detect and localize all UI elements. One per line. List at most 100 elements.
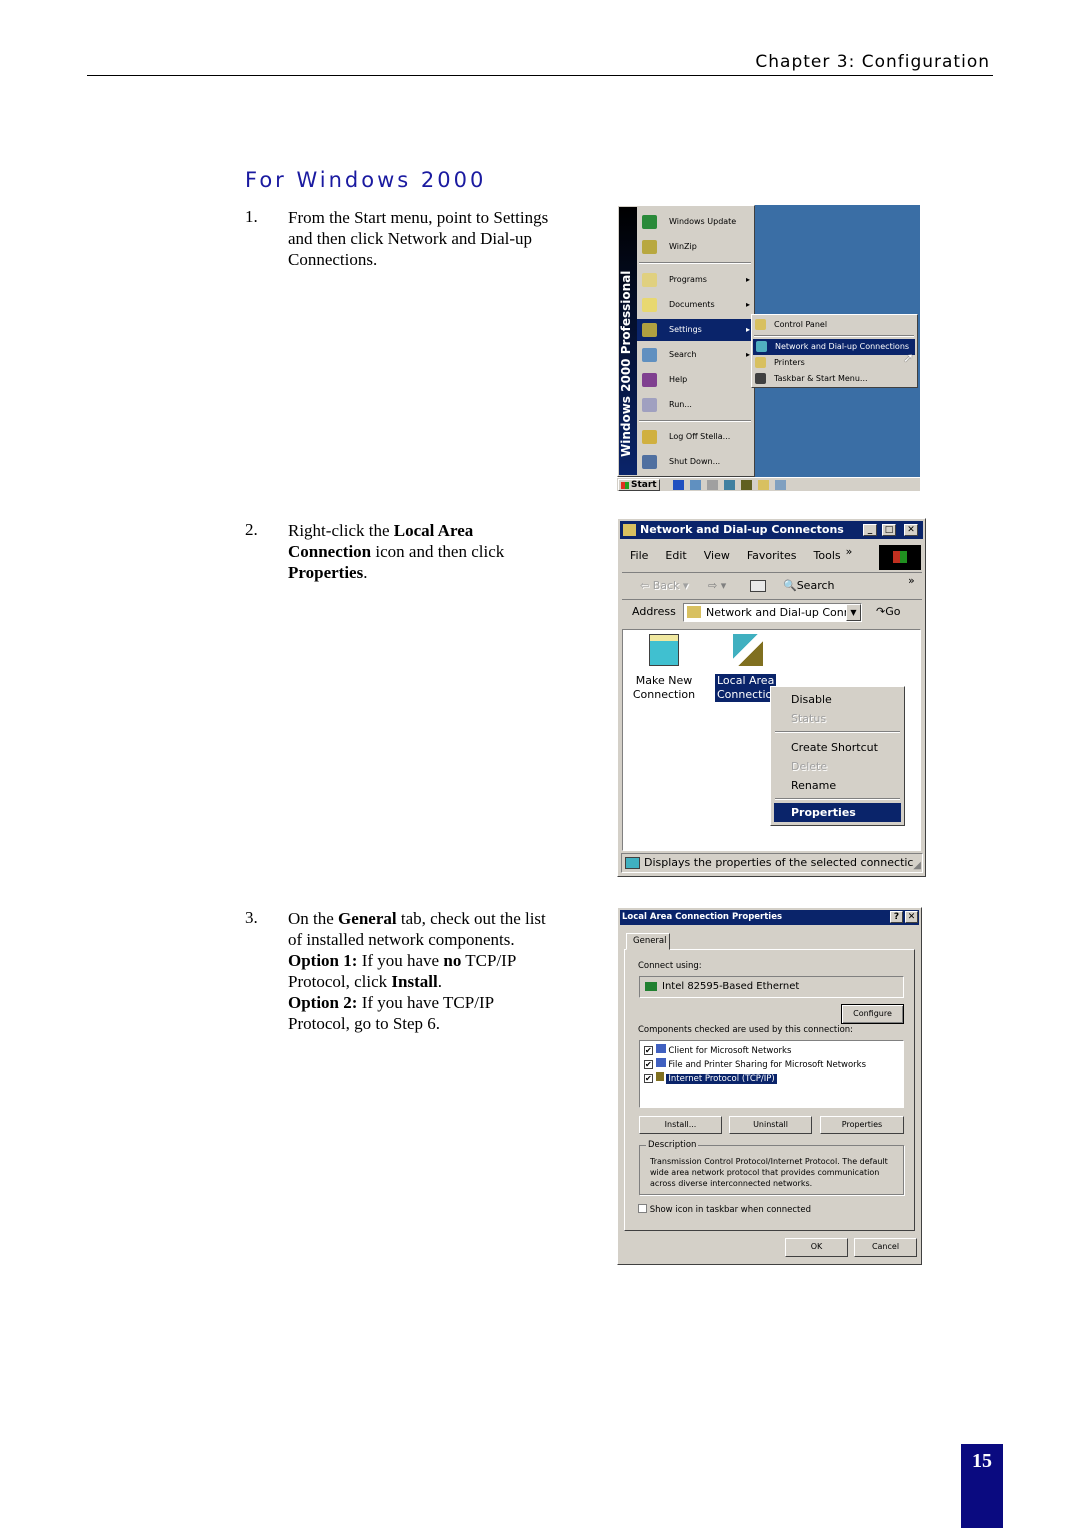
submenu-item-network-connections[interactable]: Network and Dial-up Connections [753,339,915,355]
tab-general[interactable]: General [626,933,670,950]
menu-edit[interactable]: Edit [665,545,686,567]
help-button[interactable]: ? [890,911,903,923]
make-new-connection-icon-item[interactable]: Make New Connection [629,634,699,702]
label: Settings [669,325,702,334]
menu-item-documents[interactable]: Documents ▸ [637,294,754,316]
start-button[interactable]: Start [618,479,660,491]
app-icon[interactable] [741,480,752,490]
menu-bar: File Edit View Favorites Tools » [630,545,852,567]
description-label: Description [646,1140,699,1150]
file-sharing-icon [655,1058,666,1067]
label: Programs [669,275,707,284]
back-button[interactable]: ⇦ Back ▾ [640,575,688,597]
show-icon-option[interactable]: Show icon in taskbar when connected [638,1204,811,1216]
context-item-delete: Delete [791,760,828,773]
context-item-rename[interactable]: Rename [791,776,836,795]
chapter-header: Chapter 3: Configuration [755,52,990,72]
component-item[interactable]: ✔ Client for Microsoft Networks [644,1044,791,1058]
minimize-button[interactable]: _ [863,524,877,536]
text-bold: Option 2: [288,993,358,1012]
properties-button[interactable]: Properties [820,1116,904,1134]
menu-file[interactable]: File [630,545,648,567]
divider [622,599,922,600]
submenu-item-printers[interactable]: Printers [752,355,917,371]
text: Right-click the [288,521,394,540]
toolbar-more-chevron[interactable]: » [908,575,915,587]
lan-connection-icon [733,634,763,666]
component-item[interactable]: ✔ File and Printer Sharing for Microsoft… [644,1058,866,1072]
folder-icon[interactable] [758,480,769,490]
menu-tools[interactable]: Tools [814,545,841,567]
network-folder-icon [687,606,701,618]
context-item-properties[interactable]: Properties [774,803,901,822]
tab-panel: Connect using: Intel 82595-Based Etherne… [624,949,915,1231]
ie-icon[interactable] [673,480,684,490]
menu-item-log-off[interactable]: Log Off Stella... [637,426,754,448]
checkbox-checked[interactable]: ✔ [644,1046,653,1055]
text-bold: Local Area [393,521,474,540]
ok-button[interactable]: OK [785,1238,848,1257]
close-button[interactable]: ✕ [904,524,918,536]
checkbox-unchecked[interactable] [638,1204,647,1213]
cancel-button[interactable]: Cancel [854,1238,917,1257]
submenu-item-taskbar[interactable]: Taskbar & Start Menu... [752,371,917,387]
configure-button[interactable]: Configure [841,1004,904,1024]
divider [622,572,922,573]
up-folder-icon[interactable] [750,580,766,592]
text: TCP/IP [461,951,517,970]
quick-launch [673,480,798,490]
text-line: and then click Network and Dial-up [288,229,533,248]
address-dropdown-button[interactable]: ▼ [846,604,861,621]
go-button[interactable]: ↷Go [876,603,900,621]
menu-item-help[interactable]: Help [637,369,754,391]
submenu-item-control-panel[interactable]: Control Panel [752,315,917,335]
text: Protocol, go to Step 6. [288,1014,441,1033]
context-item-status: Status [791,712,827,725]
resize-grip-icon[interactable]: ◢ [913,861,921,871]
submenu-arrow-icon: ▸ [745,275,750,284]
menu-item-winzip[interactable]: WinZip [637,236,754,258]
step-number: 1. [245,207,258,226]
adapter-field: Intel 82595-Based Ethernet [639,976,904,998]
label: Log Off Stella... [669,432,731,441]
checkbox-checked[interactable]: ✔ [644,1060,653,1069]
menu-more-chevron[interactable]: » [846,545,853,567]
label: Connection [632,688,696,701]
text: of installed network components. [288,930,515,949]
adapter-name: Intel 82595-Based Ethernet [662,981,800,992]
menu-item-windows-update[interactable]: Windows Update [637,211,754,233]
winzip-icon [642,240,657,254]
menu-item-search[interactable]: Search ▸ [637,344,754,366]
address-input[interactable]: Network and Dial-up Conn ▼ [683,603,862,622]
checkbox-checked[interactable]: ✔ [644,1074,653,1083]
forward-button[interactable]: ⇨ ▾ [708,575,726,597]
menu-item-programs[interactable]: Programs ▸ [637,269,754,291]
label: Network and Dial-up Connections [775,342,910,351]
close-button[interactable]: ✕ [905,911,918,923]
menu-favorites[interactable]: Favorites [747,545,797,567]
desktop-icon[interactable] [690,480,701,490]
menu-item-settings[interactable]: Settings ▸ [637,319,754,341]
title-bar: Local Area Connection Properties ? ✕ [620,910,919,925]
text: . [437,972,442,991]
context-item-create-shortcut[interactable]: Create Shortcut [791,738,878,757]
component-item-selected[interactable]: ✔ Internet Protocol (TCP/IP) [644,1072,777,1086]
step-2-text: Right-click the Local Area Connection ic… [288,520,578,583]
explorer-icon[interactable] [775,480,786,490]
uninstall-button[interactable]: Uninstall [729,1116,812,1134]
install-button[interactable]: Install... [639,1116,722,1134]
context-item-disable[interactable]: Disable [791,690,832,709]
search-button[interactable]: 🔍Search [783,575,835,597]
media-icon[interactable] [724,480,735,490]
separator [775,798,900,800]
outlook-icon[interactable] [707,480,718,490]
menu-view[interactable]: View [704,545,730,567]
label: Client for Microsoft Networks [668,1046,792,1056]
settings-icon [642,323,657,337]
label: Internet Protocol (TCP/IP) [666,1074,777,1084]
menu-item-shut-down[interactable]: Shut Down... [637,451,754,473]
maximize-button[interactable]: □ [882,524,896,536]
menu-item-run[interactable]: Run... [637,394,754,416]
label: Windows Update [669,217,737,226]
text: . [363,563,368,582]
